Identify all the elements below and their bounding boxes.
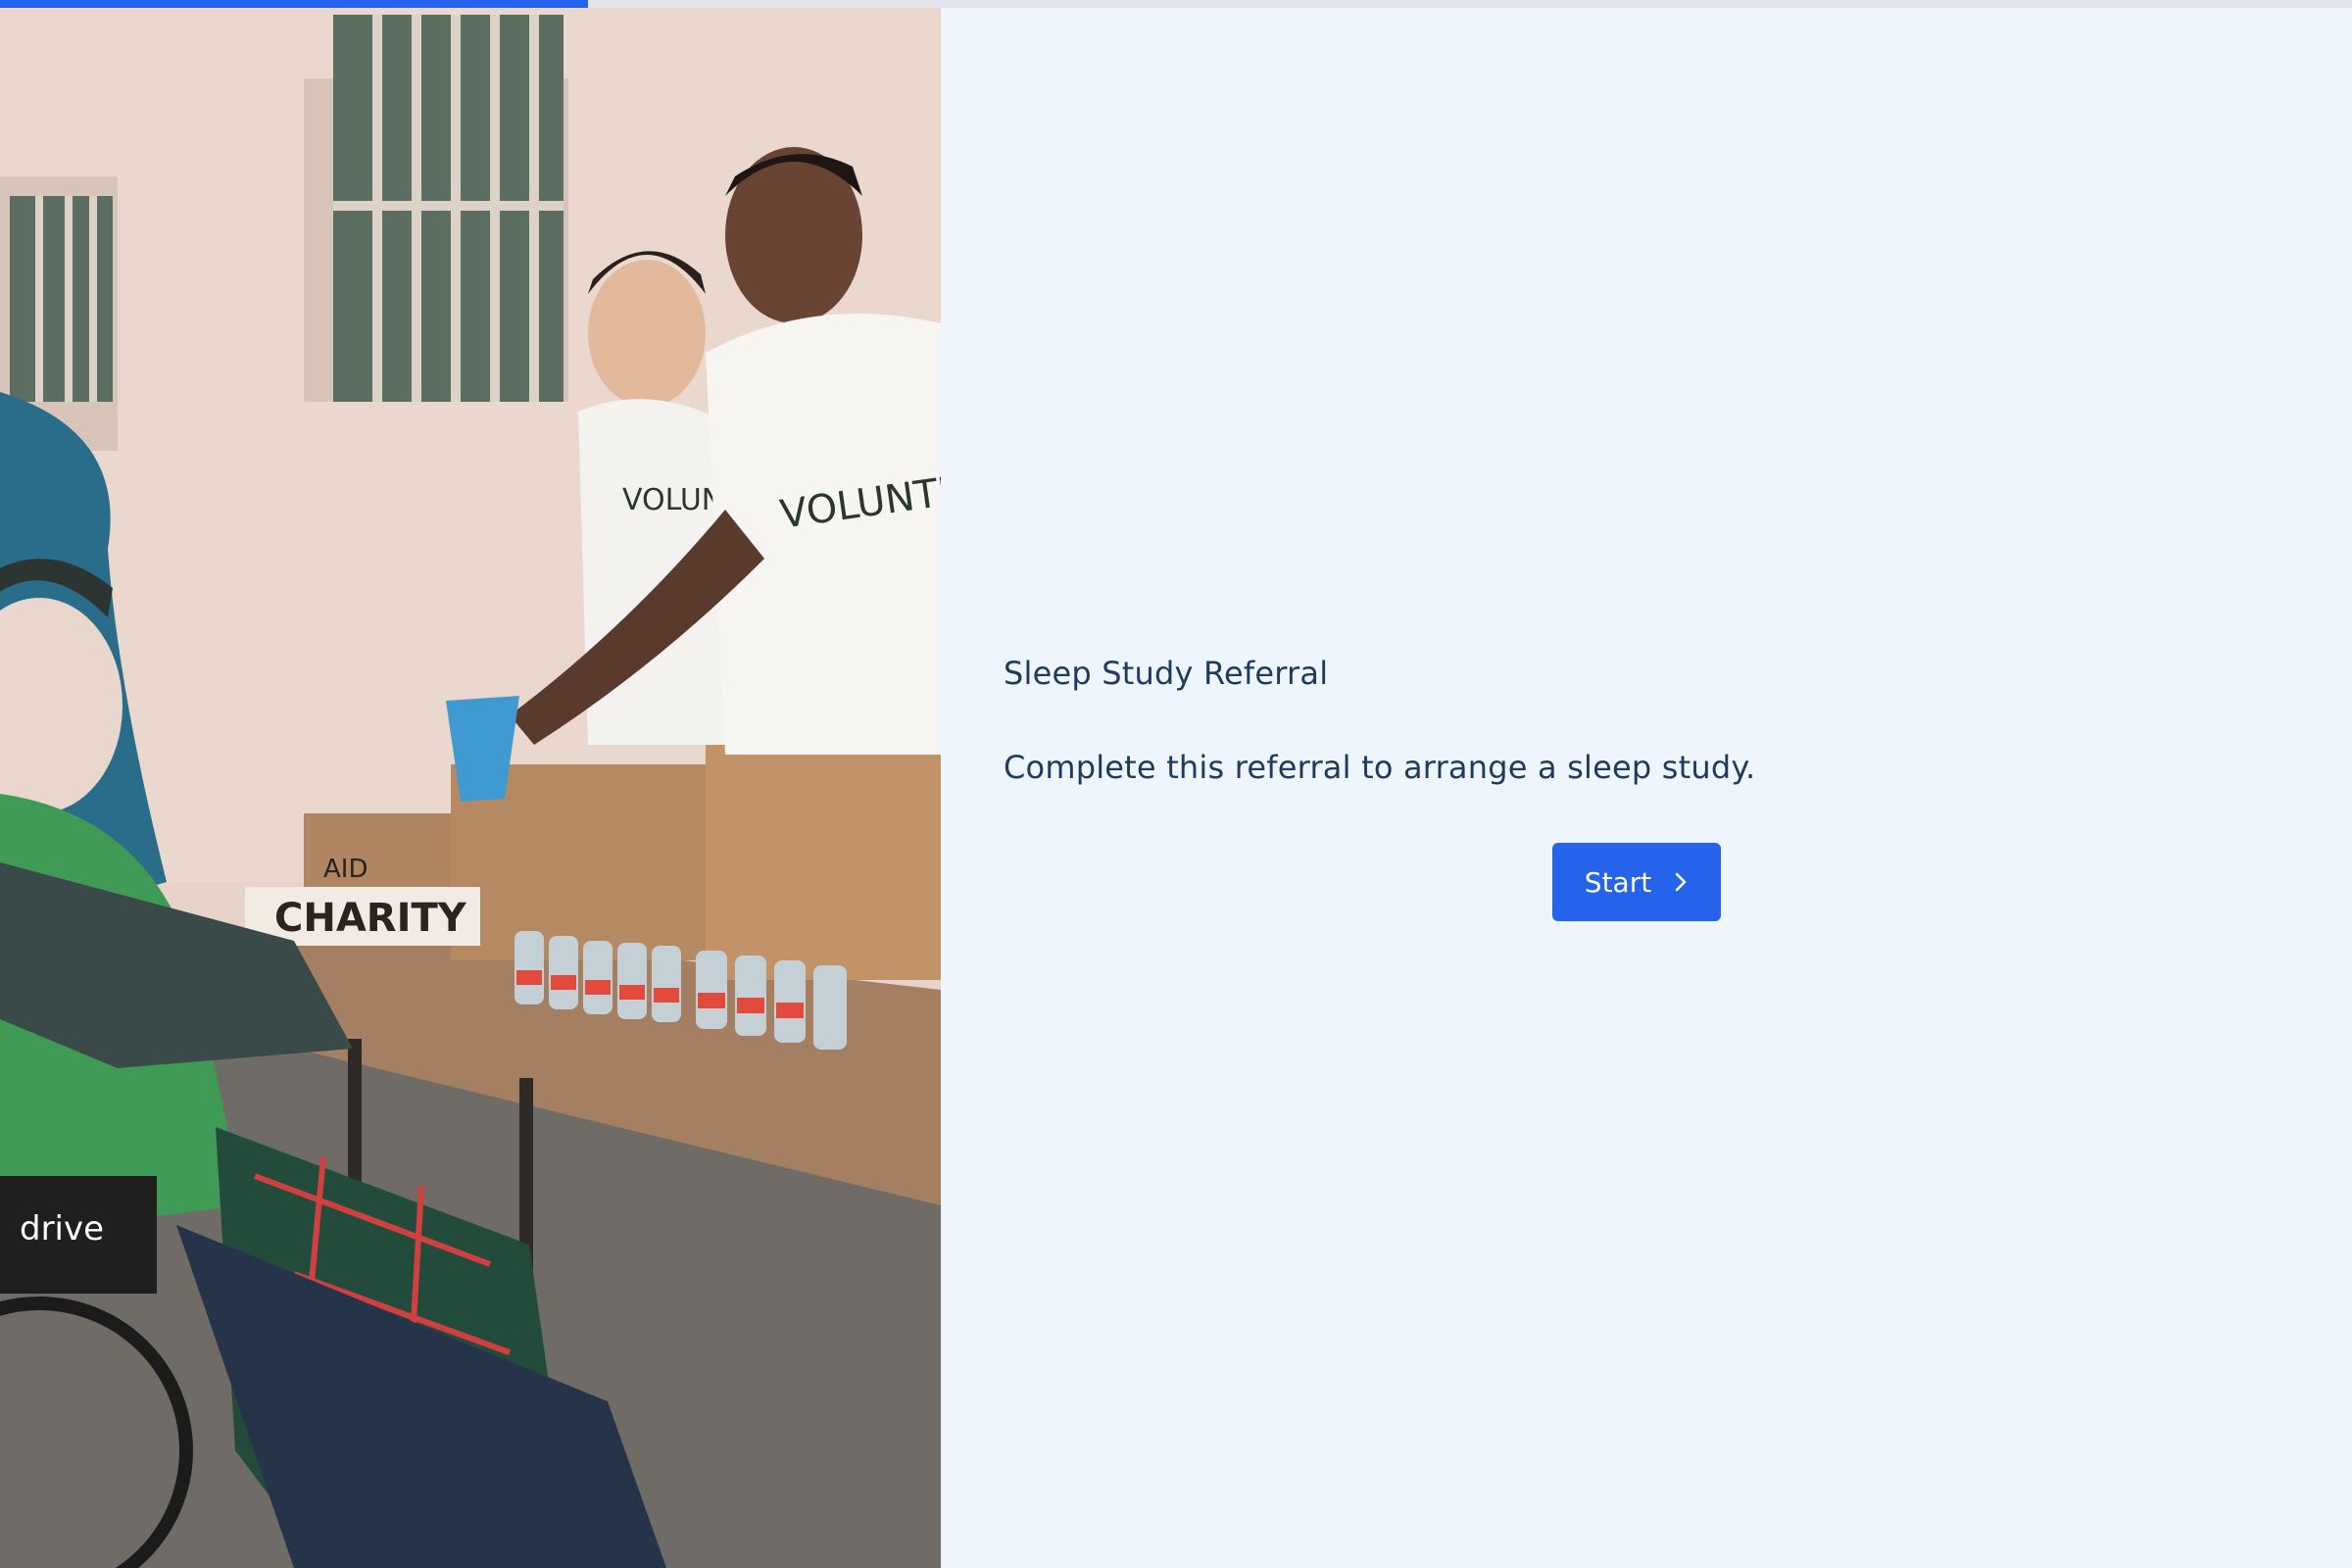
content-panel: Sleep Study Referral Complete this refer… [941,0,2352,1568]
aid-box-label: AID [323,855,368,884]
chevron-right-icon [1675,872,1687,892]
progress-bar [0,0,2352,8]
svg-text:VOLUN: VOLUN [622,483,723,517]
form-title: Sleep Study Referral [1004,655,1329,692]
progress-bar-fill [0,0,588,8]
start-button[interactable]: Start [1552,843,1721,921]
form-description: Complete this referral to arrange a slee… [1004,749,1756,786]
hero-photo: AID CHARITY VOLUN VOLUNTEER drive [0,0,941,1568]
start-button-label: Start [1584,865,1652,899]
charity-box-label: CHARITY [274,896,467,941]
volunteers-photo-icon: AID CHARITY VOLUN VOLUNTEER drive [0,0,941,1568]
wheelchair-brand-label: drive [20,1209,104,1249]
